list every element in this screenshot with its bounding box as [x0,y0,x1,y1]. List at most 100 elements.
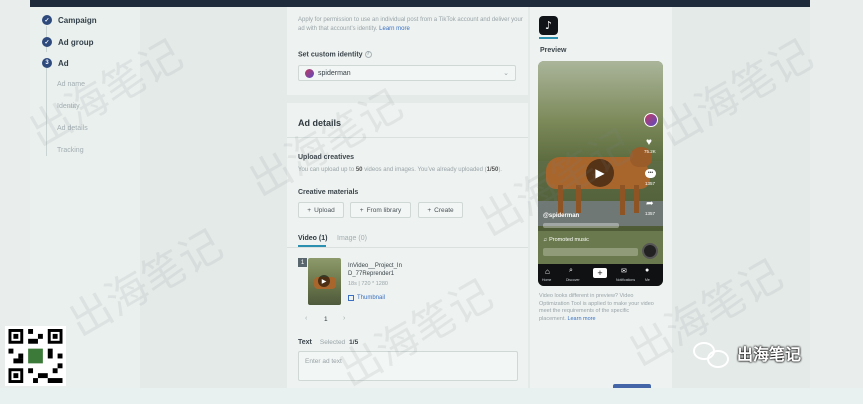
image-icon [348,295,354,301]
home-icon[interactable]: ⌂ [545,267,550,276]
share-icon[interactable]: ➦ [646,198,654,209]
preview-label: Preview [540,47,567,54]
dog-leg [558,185,563,215]
nav-campaign[interactable]: ✓ Campaign [42,15,97,25]
nav-ad[interactable]: 3 Ad [42,58,69,68]
nav-sub-identity[interactable]: Identity [57,103,80,110]
dog-leg [576,185,581,213]
top-bar [30,0,810,7]
nav-notifications-label: Notifications [616,278,636,282]
step-number-badge: 3 [42,58,52,68]
caption-bar [543,223,619,228]
nav-home-label: Home [542,278,552,282]
ad-details-title: Ad details [298,118,342,128]
nav-ad-group-label: Ad group [58,37,94,47]
identity-select[interactable]: spiderman ⌄ [298,65,516,81]
stepper-line [46,68,47,156]
check-icon: ✓ [42,15,52,25]
search-icon[interactable]: ⌕ [569,267,573,275]
tab-image[interactable]: Image (0) [337,235,367,242]
notifications-icon[interactable]: ✉ [621,267,627,275]
create-button-label: Create [434,206,454,214]
qr-code-pattern [8,329,63,383]
prev-page-icon[interactable]: ‹ [305,315,307,322]
share-count: 1357 [645,211,656,216]
cta-bar [543,248,638,256]
brand-text: 出海笔记 [737,344,802,364]
upload-count: 1/50 [486,167,499,173]
upload-help-text: You can upload up to 50 videos and image… [298,167,502,173]
identity-card: Apply for permission to use an individua… [287,7,528,95]
nav-sub-tracking[interactable]: Tracking [57,147,84,154]
divider [287,137,528,138]
dog-leg [620,185,625,215]
comment-count: 1357 [645,181,656,186]
identity-intro: Apply for permission to use an individua… [298,16,523,34]
active-platform-underline [539,37,558,39]
ad-text-placeholder: Enter ad text [305,358,342,365]
wechat-icon [693,340,733,368]
play-icon[interactable]: ▶ [586,159,614,187]
preview-notice-line3: meet the requirements of the specific [539,308,630,314]
upload-button[interactable]: + Upload [298,202,344,218]
plus-icon: + [307,206,312,214]
text-row: Text Selected 1/5 [298,339,358,346]
comment-icon[interactable]: ••• [645,169,656,178]
dog-leg [634,185,639,213]
selected-label: Selected [319,339,346,346]
tiktok-logo-icon[interactable]: ♪ [539,16,558,35]
help-icon: ? [364,51,372,58]
identity-intro-line2: ad with that account’s identity. [298,26,378,32]
upload-help-prefix: You can upload up to [298,167,355,173]
video-filename-line1: InVideo__Project_In [348,263,402,269]
avatar [305,69,314,78]
video-thumbnail[interactable]: ▶ [308,258,341,305]
like-count: 75.2K [644,149,656,154]
from-library-button-label: From library [366,206,402,214]
create-button[interactable]: + Create [418,202,463,218]
qr-code [5,326,66,386]
phone-preview: ▶ ♥ 75.2K ••• 1357 ➦ 1357 @spiderman ♫ Pr… [538,61,663,286]
preview-notice-line1: Video looks different in preview? Video [539,293,634,299]
thumbnail-label: Thumbnail [357,295,386,301]
video-filename-line2: D_77Reprender1 [348,271,395,277]
video-meta: 18s | 720 * 1280 [348,281,388,287]
promoted-music: ♫ Promoted music [543,237,589,243]
video-index-badge: 1 [298,258,307,267]
from-library-button[interactable]: + From library [350,202,411,218]
trees-background [538,61,663,161]
upload-help-suffix: ). [498,167,502,173]
ad-text-input[interactable]: Enter ad text [298,351,518,381]
profile-icon[interactable]: ● [645,267,649,274]
identity-intro-line1: Apply for permission to use an individua… [298,17,523,23]
nav-sub-ad-name[interactable]: Ad name [57,81,85,88]
nav-ad-label: Ad [58,58,69,68]
upload-creatives-label: Upload creatives [298,154,355,161]
nav-ad-group[interactable]: ✓ Ad group [42,37,94,47]
screen: ✓ Campaign ✓ Ad group 3 Ad Ad name Ident… [0,0,863,404]
learn-more-link[interactable]: Learn more [379,26,410,32]
text-label: Text [298,339,312,346]
thumbnail-link[interactable]: Thumbnail [348,295,385,301]
preview-learn-more-link[interactable]: Learn more [567,316,595,322]
ad-details-card: Ad details Upload creatives You can uplo… [287,103,528,388]
chevron-down-icon: ⌄ [503,70,509,77]
custom-identity-label: Set custom identity? [298,51,372,58]
avatar[interactable] [644,113,658,127]
creative-materials-label: Creative materials [298,189,359,196]
create-plus-icon[interactable]: + [593,268,607,278]
tab-video[interactable]: Video (1) [298,235,327,242]
nav-me-label: Me [645,278,650,282]
phone-bottom-nav: ⌂ Home ⌕ Discover + ✉ Notifications ● Me [538,264,663,286]
nav-sub-ad-details[interactable]: Ad details [57,125,88,132]
custom-identity-label-text: Set custom identity [298,51,363,59]
preview-notice: Video looks different in preview? Video … [539,293,664,323]
nav-campaign-label: Campaign [58,15,97,25]
page-number[interactable]: 1 [324,316,328,323]
next-page-icon[interactable]: › [343,315,345,322]
promoted-music-label: Promoted music [549,237,589,243]
music-disc-icon [642,243,658,259]
nav-discover-label: Discover [566,278,580,282]
heart-icon[interactable]: ♥ [646,137,652,148]
preview-notice-line2: Optimization Tool is applied to make you… [539,300,654,307]
